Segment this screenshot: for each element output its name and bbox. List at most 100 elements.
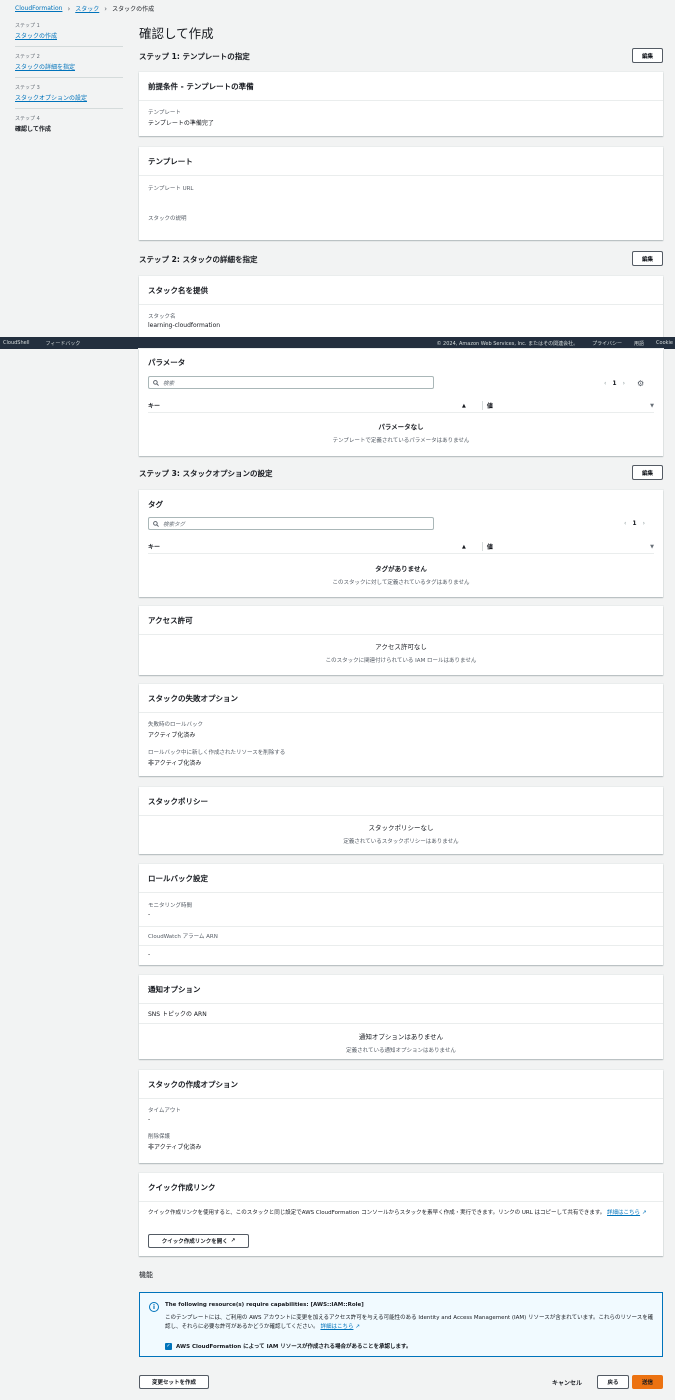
- wizard-steps: ステップ 1 スタックの作成 ステップ 2 スタックの詳細を指定 ステップ 3 …: [15, 22, 123, 133]
- creation-options-card: スタックの作成オプション タイムアウト - 削除保護 非アクティブ化済み: [139, 1070, 663, 1163]
- sidebar-item-step2[interactable]: スタックの詳細を指定: [15, 62, 123, 71]
- sort-down-icon[interactable]: ▼: [650, 403, 654, 409]
- external-link-icon[interactable]: ↗: [642, 1210, 647, 1216]
- parameters-card: パラメータ 検索 ‹ 1 › ⚙ キー ▲ 値 ▼ パラメータなし テンプレート…: [139, 349, 663, 456]
- template-card: テンプレート テンプレート URL スタックの説明: [139, 147, 663, 240]
- capabilities-heading: 機能: [139, 1271, 153, 1279]
- card-title: 前提条件 - テンプレートの準備: [139, 72, 663, 101]
- quick-create-description: クイック作成リンクを使用すると、このスタックと同じ設定でAWS CloudFor…: [148, 1210, 606, 1216]
- sort-down-icon[interactable]: ▼: [650, 544, 654, 550]
- field-label: 失敗時のロールバック: [148, 722, 204, 728]
- cookie-link[interactable]: Cookie: [656, 340, 673, 346]
- previous-button[interactable]: 戻る: [597, 1375, 629, 1389]
- feedback-link[interactable]: フィードバック: [45, 340, 80, 347]
- info-icon: i: [149, 1302, 159, 1312]
- divider: [15, 46, 123, 47]
- field-label: タイムアウト: [148, 1108, 181, 1114]
- pagination: ‹ 1 › ⚙: [604, 379, 644, 388]
- stack-name-value: learning-cloudformation: [148, 322, 221, 329]
- acknowledge-label[interactable]: AWS CloudFormation によって IAM リソースが作成される場合…: [176, 1342, 411, 1350]
- learn-more-link[interactable]: 詳細はこちら: [607, 1210, 640, 1216]
- card-title: ロールバック設定: [139, 864, 663, 893]
- checkbox-checked-icon[interactable]: ✓: [165, 1342, 172, 1350]
- field-label: 削除保護: [148, 1134, 171, 1140]
- alert-body: このテンプレートには、ご利用の AWS アカウントに変更を加えるアクセス許可を与…: [165, 1314, 655, 1332]
- step1-heading: ステップ 1: テンプレートの指定: [139, 52, 250, 61]
- empty-title: 通知オプションはありません: [358, 1033, 444, 1041]
- page-number[interactable]: 1: [612, 380, 616, 387]
- gear-icon[interactable]: ⚙: [637, 379, 644, 388]
- create-change-set-button[interactable]: 変更セットを作成: [139, 1375, 209, 1389]
- external-link-icon[interactable]: ↗: [355, 1324, 360, 1330]
- learn-more-link[interactable]: 詳細はこちら: [320, 1324, 353, 1330]
- step3-heading: ステップ 3: スタックオプションの設定: [139, 469, 273, 478]
- column-value[interactable]: 値: [481, 401, 650, 410]
- sidebar-item-step1[interactable]: スタックの作成: [15, 31, 123, 40]
- pagination: ‹ 1 ›: [624, 520, 645, 527]
- card-title: スタックの作成オプション: [139, 1070, 663, 1099]
- field-label: ロールバック中に新しく作成されたリソースを削除する: [148, 750, 286, 756]
- parameter-search-input[interactable]: 検索: [148, 376, 434, 389]
- field-value: テンプレートの準備完了: [148, 120, 214, 127]
- alert-text: このテンプレートには、ご利用の AWS アカウントに変更を加えるアクセス許可を与…: [165, 1315, 654, 1330]
- capabilities-alert: i The following resource(s) require capa…: [139, 1292, 663, 1357]
- open-quick-create-button[interactable]: クイック作成リンクを開く ↗: [148, 1234, 249, 1248]
- cloudshell-link[interactable]: CloudShell: [3, 340, 29, 346]
- stack-policy-card: スタックポリシー スタックポリシーなし 定義されているスタックポリシーはありませ…: [139, 787, 663, 854]
- chevron-right-icon: ›: [67, 4, 71, 13]
- terms-link[interactable]: 用語: [634, 340, 644, 347]
- card-title: パラメータ: [148, 358, 186, 367]
- empty-state: アクセス許可なし このスタックに関連付けられている IAM ロールはありません: [139, 635, 663, 664]
- column-key[interactable]: キー: [148, 401, 462, 410]
- edit-step3-button[interactable]: 編集: [632, 465, 663, 480]
- empty-subtitle: このスタックに対して定義されているタグはありません: [332, 580, 470, 586]
- sidebar-item-step3[interactable]: スタックオプションの設定: [15, 93, 123, 102]
- tag-search-input[interactable]: 検索タグ: [148, 517, 434, 530]
- field-value: 非アクティブ化済み: [148, 1144, 202, 1151]
- rollback-card: ロールバック設定 モニタリング時間 - CloudWatch アラーム ARN …: [139, 864, 663, 965]
- sort-up-icon[interactable]: ▲: [462, 403, 466, 409]
- field-label: スタックの説明: [148, 216, 187, 222]
- chevron-left-icon[interactable]: ‹: [624, 520, 626, 527]
- notification-card: 通知オプション SNS トピックの ARN 通知オプションはありません 定義され…: [139, 975, 663, 1059]
- column-key[interactable]: キー: [148, 542, 462, 551]
- card-title: スタック名を提供: [139, 276, 663, 305]
- divider: [15, 77, 123, 78]
- sidebar-item-step4: 確認して作成: [15, 126, 51, 133]
- search-icon: [153, 520, 159, 527]
- edit-step2-button[interactable]: 編集: [632, 251, 663, 266]
- chevron-left-icon[interactable]: ‹: [604, 380, 606, 387]
- empty-subtitle: このスタックに関連付けられている IAM ロールはありません: [325, 658, 477, 664]
- column-sns-arn: SNS トピックの ARN: [139, 1004, 663, 1024]
- field-label: CloudWatch アラーム ARN: [148, 934, 218, 940]
- sort-up-icon[interactable]: ▲: [462, 544, 466, 550]
- page-number[interactable]: 1: [632, 520, 636, 527]
- empty-state: 通知オプションはありません 定義されている通知オプションはありません: [139, 1024, 663, 1054]
- submit-button[interactable]: 送信: [632, 1375, 663, 1389]
- cancel-button[interactable]: キャンセル: [552, 1378, 582, 1387]
- empty-title: スタックポリシーなし: [368, 824, 434, 832]
- acknowledge-checkbox-row[interactable]: ✓ AWS CloudFormation によって IAM リソースが作成される…: [165, 1342, 411, 1350]
- edit-step1-button[interactable]: 編集: [632, 48, 663, 63]
- step2-heading: ステップ 2: スタックの詳細を指定: [139, 255, 258, 264]
- privacy-link[interactable]: プライバシー: [592, 340, 622, 347]
- table-header: キー ▲ 値 ▼: [148, 540, 654, 554]
- card-title: テンプレート: [139, 147, 663, 176]
- empty-subtitle: テンプレートで定義されているパラメータはありません: [332, 438, 470, 444]
- chevron-right-icon[interactable]: ›: [643, 520, 645, 527]
- chevron-right-icon: ›: [104, 4, 108, 13]
- copyright: © 2024, Amazon Web Services, Inc. またはその関…: [436, 340, 579, 347]
- permissions-card: アクセス許可 アクセス許可なし このスタックに関連付けられている IAM ロール…: [139, 606, 663, 675]
- chevron-right-icon[interactable]: ›: [623, 380, 625, 387]
- table-header: キー ▲ 値 ▼: [148, 399, 654, 413]
- empty-title: パラメータなし: [378, 423, 424, 431]
- field-label: スタック名: [148, 314, 176, 320]
- card-title: スタックの失敗オプション: [139, 684, 663, 713]
- breadcrumb-cloudformation[interactable]: CloudFormation: [15, 5, 62, 12]
- column-value[interactable]: 値: [481, 542, 650, 551]
- card-title: 通知オプション: [139, 975, 663, 1004]
- failure-options-card: スタックの失敗オプション 失敗時のロールバック アクティブ化済み ロールバック中…: [139, 684, 663, 776]
- breadcrumb-create-stack: スタックの作成: [112, 6, 155, 13]
- field-value: 非アクティブ化済み: [148, 760, 202, 767]
- breadcrumb-stacks[interactable]: スタック: [75, 4, 99, 13]
